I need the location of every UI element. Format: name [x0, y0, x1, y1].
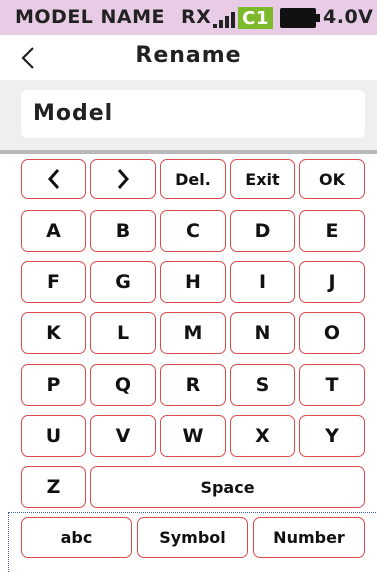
key-a[interactable]: A — [21, 210, 86, 252]
battery-voltage: 4.0V — [323, 6, 374, 28]
key-x[interactable]: X — [230, 415, 295, 457]
name-input-area: Model — [0, 80, 377, 150]
key-u[interactable]: U — [21, 415, 86, 457]
number-mode-button[interactable]: Number — [253, 517, 365, 558]
exit-button[interactable]: Exit — [230, 159, 295, 199]
divider — [0, 150, 377, 154]
key-p[interactable]: P — [21, 364, 86, 406]
key-r[interactable]: R — [160, 364, 226, 406]
key-s[interactable]: S — [230, 364, 295, 406]
delete-button[interactable]: Del. — [160, 159, 226, 199]
key-b[interactable]: B — [90, 210, 156, 252]
rx-label: RX — [181, 6, 212, 28]
key-o[interactable]: O — [299, 312, 365, 354]
lowercase-mode-button[interactable]: abc — [21, 517, 132, 558]
key-e[interactable]: E — [299, 210, 365, 252]
signal-strength-icon — [213, 12, 235, 28]
key-c[interactable]: C — [160, 210, 226, 252]
key-v[interactable]: V — [90, 415, 156, 457]
cursor-right-button[interactable] — [90, 159, 156, 199]
channel-badge-label: C1 — [242, 7, 269, 29]
page-title: Rename — [135, 43, 242, 68]
key-l[interactable]: L — [90, 312, 156, 354]
key-i[interactable]: I — [230, 261, 295, 303]
header: Rename — [0, 35, 377, 80]
key-d[interactable]: D — [230, 210, 295, 252]
model-name-label: MODEL NAME — [15, 6, 166, 28]
cursor-left-button[interactable] — [21, 159, 86, 199]
key-n[interactable]: N — [230, 312, 295, 354]
ok-button[interactable]: OK — [299, 159, 365, 199]
symbol-mode-button[interactable]: Symbol — [137, 517, 248, 558]
battery-icon — [280, 8, 320, 28]
key-t[interactable]: T — [299, 364, 365, 406]
key-h[interactable]: H — [160, 261, 226, 303]
key-m[interactable]: M — [160, 312, 226, 354]
channel-badge: C1 — [238, 7, 273, 29]
key-j[interactable]: J — [299, 261, 365, 303]
key-y[interactable]: Y — [299, 415, 365, 457]
chevron-left-icon — [47, 169, 59, 189]
key-f[interactable]: F — [21, 261, 86, 303]
chevron-right-icon — [117, 169, 130, 189]
status-bar: MODEL NAME RX C1 4.0V — [0, 0, 377, 35]
key-g[interactable]: G — [90, 261, 156, 303]
key-k[interactable]: K — [21, 312, 86, 354]
key-q[interactable]: Q — [90, 364, 156, 406]
key-z[interactable]: Z — [21, 466, 86, 508]
model-name-field[interactable]: Model — [21, 90, 365, 138]
space-button[interactable]: Space — [90, 466, 365, 508]
key-w[interactable]: W — [160, 415, 226, 457]
